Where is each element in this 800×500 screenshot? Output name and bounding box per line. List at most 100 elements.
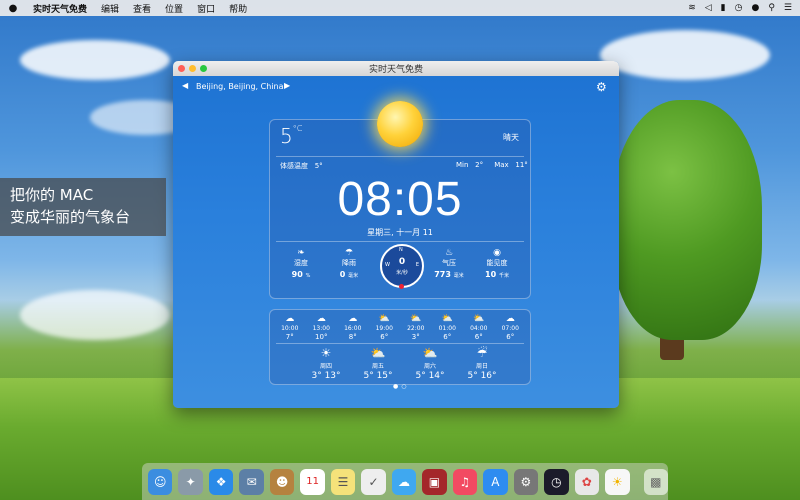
hourly-temp: 6° (474, 333, 483, 341)
hourly-item: ☁ 13:00 10° (306, 314, 338, 341)
hourly-item: ⛅ 19:00 6° (369, 314, 401, 341)
min-max: Min 2° Max 11° (456, 161, 528, 169)
visibility-value: 10 (485, 270, 497, 279)
rain-stat: ☂ 降雨 0 毫米 (326, 248, 372, 279)
menu-location[interactable]: 位置 (158, 2, 190, 15)
finder-icon[interactable]: ☺ (148, 468, 173, 495)
hourly-time: 16:00 (344, 325, 362, 332)
contacts-icon[interactable]: ☻ (269, 468, 295, 495)
photos-icon[interactable]: ✿ (574, 468, 600, 495)
calendar-day: 11 (306, 476, 319, 487)
page-indicator[interactable]: ●○ (393, 383, 409, 390)
hourly-forecast: ☁ 10:00 7° ☁ 13:00 10° ☁ 16:00 8° ⛅ 19:00 6° ⛅ 22… (270, 314, 530, 341)
sun-icon (377, 101, 423, 147)
weather-condition: 晴天 (503, 133, 519, 142)
rain-cloud-icon: ☔ (476, 346, 488, 360)
feels-like-label: 体感温度 (280, 162, 308, 170)
window-titlebar[interactable]: 实时天气免费 (173, 61, 619, 76)
daily-high: 16° (480, 371, 497, 381)
humidity-stat: ❧ 湿度 90 % (278, 248, 324, 279)
notes-icon[interactable]: ☰ (330, 468, 356, 495)
battery-icon[interactable]: ▮ (721, 3, 726, 13)
current-temperature: 5°C (280, 124, 302, 148)
menu-window[interactable]: 窗口 (190, 2, 222, 15)
max-value: 11° (515, 161, 528, 169)
next-location-icon[interactable]: ▶ (284, 81, 290, 90)
compass-pin-icon (399, 284, 404, 289)
weather-app-icon[interactable]: ☀ (605, 468, 630, 495)
wifi-icon[interactable]: ≋ (688, 3, 696, 13)
trash-icon[interactable]: ▩ (643, 468, 668, 495)
reminders-icon[interactable]: ✓ (361, 468, 386, 495)
previous-location-icon[interactable]: ◀ (182, 81, 188, 90)
location-bar: ◀ Beijing, Beijing, China ▶ (173, 81, 619, 95)
daily-item: ☀ 周四 3° 13° (300, 346, 352, 381)
hourly-item: ⛅ 22:00 3° (400, 314, 432, 341)
visibility-label: 能见度 (486, 259, 508, 267)
pressure-unit: 毫米 (453, 273, 464, 279)
pressure-label: 气压 (442, 259, 456, 267)
daily-item: ⛅ 周六 5° 14° (404, 346, 456, 381)
cloud-icon: ☁ (505, 314, 515, 324)
menu-view[interactable]: 查看 (126, 2, 158, 15)
rain-unit: 毫米 (348, 273, 359, 279)
safari-icon[interactable]: ❖ (208, 468, 234, 495)
list-icon[interactable]: ☰ (784, 3, 792, 13)
menu-bar: ● 实时天气免费 编辑 查看 位置 窗口 帮助 ≋ ◁ ▮ ◷ ● ⚲ ☰ (0, 0, 800, 16)
daily-forecast: ☀ 周四 3° 13° ⛅ 周五 5° 15° ⛅ 周六 5° 14° ☔ 周日 5° 16° (300, 346, 510, 381)
hourly-time: 01:00 (438, 325, 456, 332)
hourly-item: ☁ 16:00 8° (337, 314, 369, 341)
hourly-temp: 7° (285, 333, 294, 341)
calendar-icon[interactable]: 11 (300, 468, 325, 495)
mail-icon[interactable]: ✉ (239, 468, 264, 495)
umbrella-icon: ☂ (344, 248, 354, 258)
daily-item: ⛅ 周五 5° 15° (352, 346, 404, 381)
background-cloud (600, 30, 770, 80)
photo-booth-icon[interactable]: ▣ (422, 468, 447, 495)
apple-menu-icon[interactable]: ● (0, 3, 26, 14)
humidity-label: 湿度 (294, 259, 308, 267)
daily-low: 5° (467, 371, 478, 381)
cloud-icon: ☁ (348, 314, 358, 324)
min-value: 2° (475, 161, 484, 169)
max-label: Max (494, 161, 509, 169)
volume-icon[interactable]: ◁ (705, 3, 712, 13)
menu-app-name[interactable]: 实时天气免费 (26, 2, 94, 15)
launchpad-icon[interactable]: ✦ (178, 468, 203, 495)
menu-edit[interactable]: 编辑 (94, 2, 126, 15)
visibility-stat: ◉ 能见度 10 千米 (474, 248, 520, 279)
gear-icon[interactable]: ⚙ (596, 80, 607, 94)
sun-small-icon: ☀ (320, 346, 332, 360)
forecast-card: ☁ 10:00 7° ☁ 13:00 10° ☁ 16:00 8° ⛅ 19:00 6° ⛅ 22… (269, 309, 531, 385)
daily-low: 5° (415, 371, 426, 381)
hourly-temp: 3° (411, 333, 420, 341)
thermometer-icon: ♨ (444, 248, 454, 258)
clock-icon[interactable]: ◷ (735, 3, 743, 13)
current-date: 星期三, 十一月 11 (367, 228, 433, 237)
pressure-stat: ♨ 气压 773 毫米 (426, 248, 472, 279)
hourly-time: 13:00 (312, 325, 330, 332)
daily-day: 周五 (371, 363, 384, 370)
menu-help[interactable]: 帮助 (222, 2, 254, 15)
hourly-temp: 6° (380, 333, 389, 341)
compass-north: N (399, 247, 403, 253)
pressure-value: 773 (434, 270, 451, 279)
location-name: Beijing, Beijing, China (196, 82, 284, 91)
daily-low: 5° (363, 371, 374, 381)
dock: ☺ ✦ ❖ ✉ ☻ 11 ☰ ✓ ☁ ▣ ♫ A ⚙ ◷ ✿ ☀ ▩ (142, 463, 668, 500)
app-store-icon[interactable]: A (483, 468, 508, 495)
cloud-icon: ☁ (316, 314, 326, 324)
caption-line-2: 变成华丽的气象台 (10, 208, 131, 226)
partly-sunny-icon: ⛅ (422, 346, 438, 360)
partly-cloudy-icon: ⛅ (410, 314, 422, 324)
user-icon[interactable]: ● (751, 3, 759, 13)
messages-icon[interactable]: ☁ (391, 468, 417, 495)
clock-app-icon[interactable]: ◷ (544, 468, 569, 495)
hourly-temp: 6° (506, 333, 515, 341)
system-preferences-icon[interactable]: ⚙ (513, 468, 539, 495)
search-icon[interactable]: ⚲ (768, 3, 775, 13)
partly-cloudy-icon: ⛅ (473, 314, 485, 324)
music-icon[interactable]: ♫ (452, 468, 478, 495)
hourly-time: 04:00 (470, 325, 488, 332)
temperature-value: 5 (280, 124, 293, 148)
